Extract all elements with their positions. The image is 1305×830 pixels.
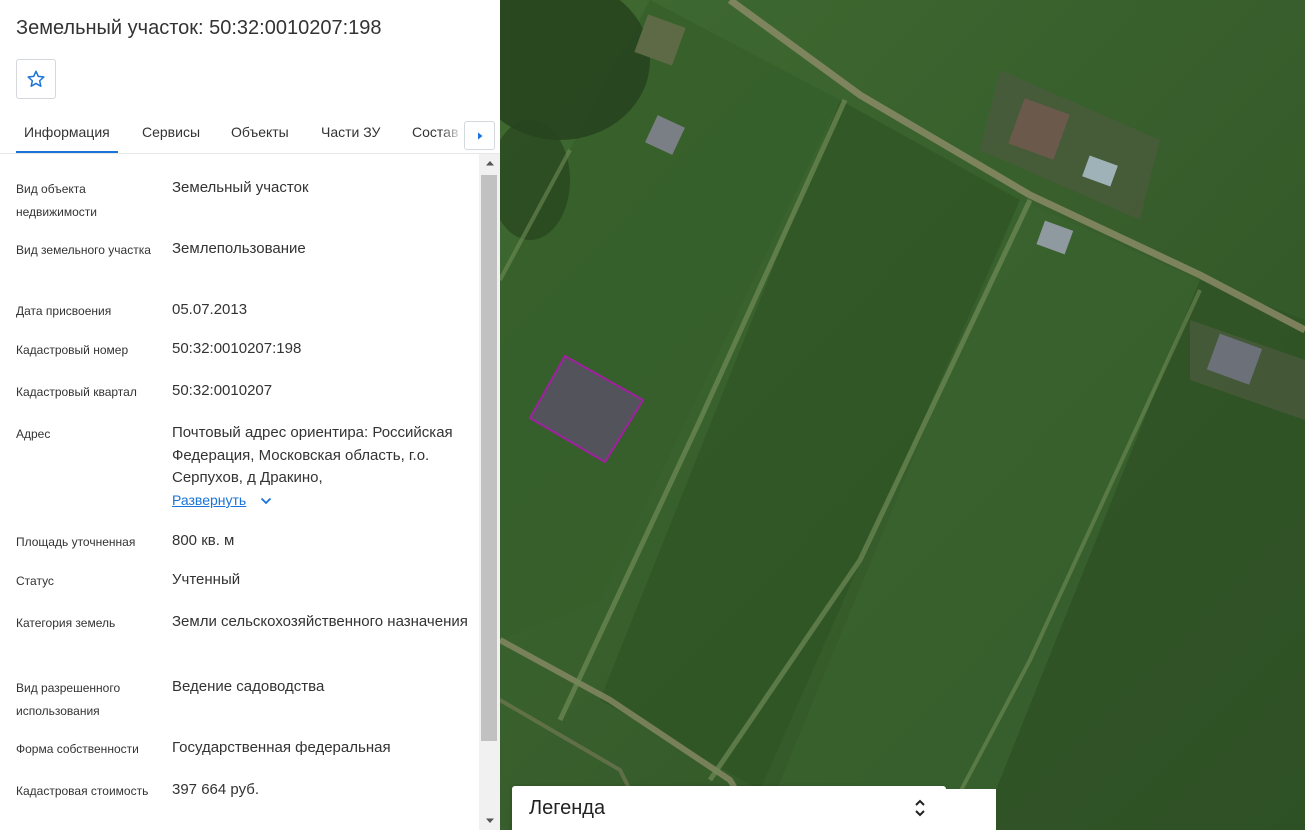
star-icon [27,70,45,87]
property-value: 397 664 руб. [172,781,259,798]
legend-label: Легенда [529,797,606,819]
property-label: Категория земель [16,616,116,630]
property-value: 05.07.2013 [172,301,248,318]
caret-right-icon [477,132,482,139]
properties-list: Вид объекта недвижимости Земельный участ… [0,154,478,830]
tabs-scroll-right-button[interactable] [464,121,495,150]
property-label: Форма собственности [16,742,139,756]
legend-toggle[interactable]: Легенда [512,786,946,830]
scroll-up-button[interactable] [479,154,500,172]
property-label: Кадастровый номер [16,343,129,357]
property-value: Государственная федеральная [172,739,391,756]
expand-link[interactable]: Развернуть [172,489,472,513]
tab-bar: Информация Сервисы Объекты Части ЗУ Сост… [0,112,500,154]
tab-objects[interactable]: Объекты [231,124,289,140]
tab-services[interactable]: Сервисы [142,124,200,140]
property-value: 800 кв. м [172,532,235,549]
sort-arrows-icon [915,799,925,817]
property-label: Кадастровая стоимость [16,784,149,798]
property-value: 50:32:0010207 [172,382,273,399]
info-panel: Земельный участок: 50:32:0010207:198 Инф… [0,0,500,830]
property-label: Адрес [16,427,51,441]
property-label: Площадь уточненная [16,535,136,549]
property-value: Ведение садоводства [172,678,325,695]
map-imagery [500,0,1305,830]
property-label: Вид земельного участка [16,243,151,257]
property-value: Учтенный [172,571,241,588]
scrollbar-thumb[interactable] [481,175,497,741]
legend-tail [946,789,996,830]
expand-label[interactable]: Развернуть [172,492,246,508]
property-value: Почтовый адрес ориентира: Российская Фед… [172,424,453,486]
favorite-button[interactable] [16,59,56,99]
property-value: 50:32:0010207:198 [172,340,302,357]
satellite-map[interactable] [500,0,1305,830]
property-value: Земли сельскохозяйственного назначения [172,613,468,630]
app-root: Земельный участок: 50:32:0010207:198 Инф… [0,0,1305,830]
properties-scrollbar[interactable] [479,154,500,830]
scroll-down-button[interactable] [479,812,500,830]
caret-up-icon [485,161,494,166]
tab-info[interactable]: Информация [24,124,110,140]
property-label: Статус [16,574,54,588]
property-value: Землепользование [172,240,306,257]
property-value: Земельный участок [172,179,309,196]
property-label: Кадастровый квартал [16,385,137,399]
chevron-down-icon[interactable] [260,497,272,505]
caret-down-icon [485,818,494,823]
property-label: Дата присвоения [16,304,112,318]
tab-parts[interactable]: Части ЗУ [321,124,380,140]
active-tab-indicator [16,151,118,153]
property-label: Вид объекта недвижимости [16,182,97,219]
property-label: Вид разрешенного использования [16,681,121,718]
page-title: Земельный участок: 50:32:0010207:198 [16,17,382,39]
